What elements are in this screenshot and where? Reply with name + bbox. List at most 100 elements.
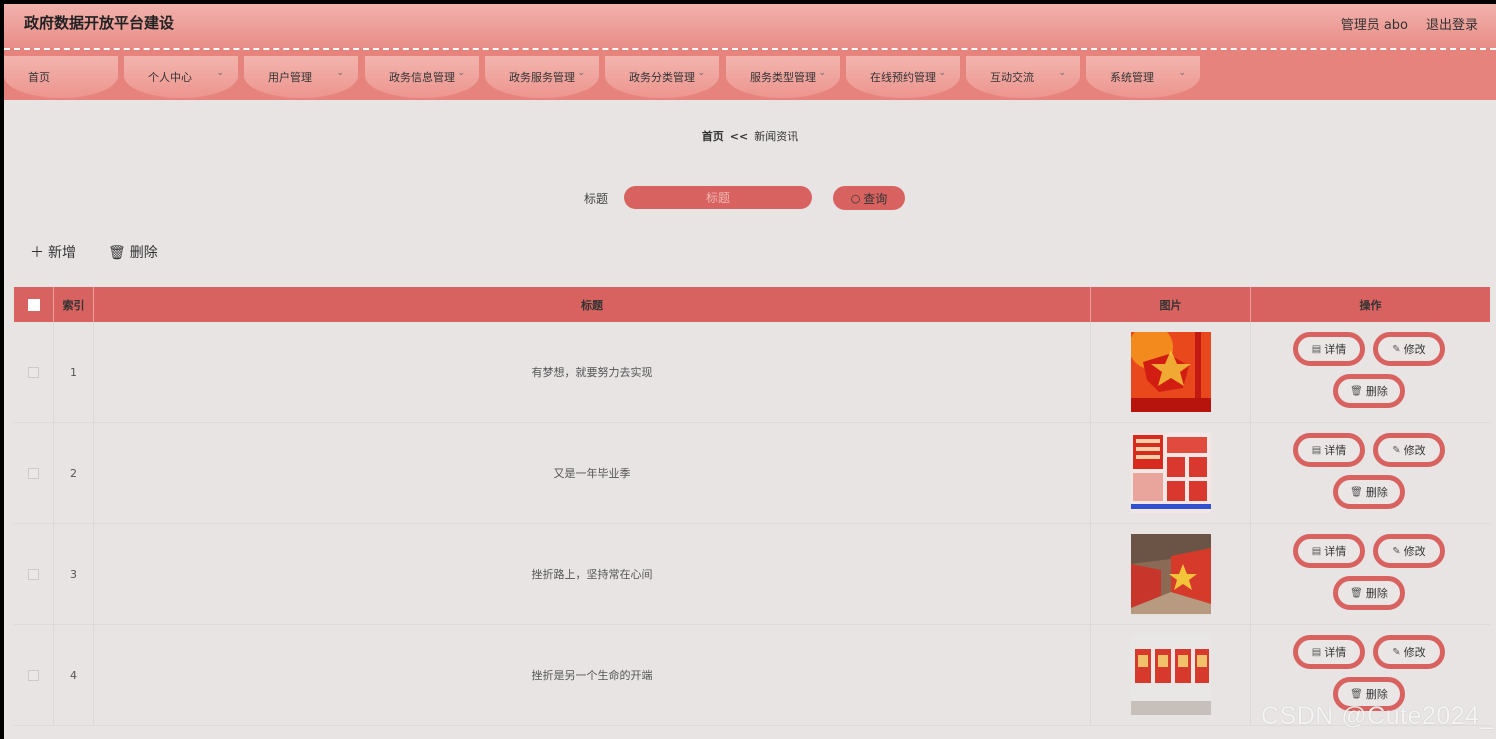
nav-item-label: 系统管理 bbox=[1110, 71, 1154, 84]
detail-button[interactable]: ▤ 详情 bbox=[1293, 433, 1365, 467]
nav-item-home[interactable]: 首页 bbox=[4, 56, 118, 98]
chevron-down-icon: ⌄ bbox=[818, 68, 826, 78]
news-thumbnail[interactable] bbox=[1130, 332, 1211, 412]
nav-item-gov-service[interactable]: 政务服务管理 ⌄ bbox=[485, 56, 599, 98]
logout-link[interactable]: 退出登录 bbox=[1426, 14, 1478, 33]
plus-icon: ＋ bbox=[30, 245, 44, 261]
chevron-down-icon: ⌄ bbox=[1178, 68, 1186, 78]
breadcrumb-separator: << bbox=[729, 130, 749, 143]
search-button-label: 查询 bbox=[863, 191, 888, 206]
delete-button[interactable]: 🗑 删除 bbox=[1333, 374, 1405, 408]
delete-label: 删除 bbox=[1365, 486, 1388, 499]
edit-button[interactable]: ✎ 修改 bbox=[1373, 635, 1445, 669]
delete-label: 删除 bbox=[1365, 587, 1388, 600]
edit-button[interactable]: ✎ 修改 bbox=[1373, 534, 1445, 568]
chevron-down-icon: ⌄ bbox=[336, 68, 344, 78]
trash-icon: 🗑 bbox=[1350, 688, 1363, 700]
document-icon: ▤ bbox=[1311, 343, 1322, 355]
row-checkbox[interactable] bbox=[28, 366, 39, 378]
nav-item-gov-info[interactable]: 政务信息管理 ⌄ bbox=[365, 56, 479, 98]
row-checkbox-cell bbox=[14, 423, 54, 523]
delete-label: 删除 bbox=[1365, 385, 1388, 398]
nav-item-service-type[interactable]: 服务类型管理 ⌄ bbox=[726, 56, 840, 98]
row-checkbox[interactable] bbox=[28, 669, 39, 681]
select-all-checkbox[interactable] bbox=[27, 298, 40, 311]
header-actions: 操作 bbox=[1359, 298, 1382, 312]
bulk-delete-button[interactable]: 🗑 删除 bbox=[108, 242, 158, 262]
detail-button[interactable]: ▤ 详情 bbox=[1293, 635, 1365, 669]
row-checkbox-cell bbox=[14, 524, 54, 624]
row-checkbox-cell bbox=[14, 322, 54, 422]
detail-button[interactable]: ▤ 详情 bbox=[1293, 332, 1365, 366]
search-input[interactable] bbox=[624, 186, 812, 209]
add-button-label: 新增 bbox=[48, 245, 76, 261]
nav-item-label: 个人中心 bbox=[148, 71, 192, 84]
row-index: 2 bbox=[54, 423, 94, 523]
row-actions: ▤ 详情 ✎ 修改 🗑 删除 bbox=[1251, 322, 1490, 422]
trash-icon: 🗑 bbox=[108, 245, 126, 261]
detail-label: 详情 bbox=[1324, 545, 1347, 558]
row-title: 又是一年毕业季 bbox=[94, 423, 1091, 523]
nav-item-user-management[interactable]: 用户管理 ⌄ bbox=[244, 56, 358, 98]
row-index: 3 bbox=[54, 524, 94, 624]
row-checkbox[interactable] bbox=[28, 467, 39, 479]
trash-icon: 🗑 bbox=[1350, 385, 1363, 397]
news-thumbnail[interactable] bbox=[1130, 433, 1211, 513]
document-icon: ▤ bbox=[1311, 444, 1322, 456]
detail-label: 详情 bbox=[1324, 444, 1347, 457]
add-button[interactable]: ＋新增 bbox=[30, 242, 76, 262]
row-checkbox-cell bbox=[14, 625, 54, 725]
nav-item-label: 政务服务管理 bbox=[509, 71, 575, 84]
header-title: 标题 bbox=[94, 287, 1091, 322]
header-index: 索引 bbox=[54, 287, 94, 322]
news-table: 索引 标题 图片 操作 1 有梦想，就要努力去实现 ▤ 详情 ✎ 修改 🗑 删除… bbox=[14, 287, 1490, 726]
chevron-down-icon: ⌄ bbox=[457, 68, 465, 78]
current-user: 管理员 abo bbox=[1340, 18, 1408, 33]
breadcrumb-home[interactable]: 首页 bbox=[702, 130, 724, 143]
nav-item-label: 互动交流 bbox=[990, 71, 1034, 84]
table-row: 1 有梦想，就要努力去实现 ▤ 详情 ✎ 修改 🗑 删除 bbox=[14, 322, 1490, 423]
edit-label: 修改 bbox=[1403, 444, 1426, 457]
nav-item-system[interactable]: 系统管理 ⌄ bbox=[1086, 56, 1200, 98]
detail-label: 详情 bbox=[1324, 646, 1347, 659]
nav-item-interaction[interactable]: 互动交流 ⌄ bbox=[966, 56, 1080, 98]
row-checkbox[interactable] bbox=[28, 568, 39, 580]
pencil-icon: ✎ bbox=[1392, 444, 1401, 456]
nav-item-label: 首页 bbox=[28, 71, 50, 84]
nav-item-label: 用户管理 bbox=[268, 71, 312, 84]
edit-button[interactable]: ✎ 修改 bbox=[1373, 332, 1445, 366]
nav-item-gov-category[interactable]: 政务分类管理 ⌄ bbox=[605, 56, 719, 98]
nav-item-label: 政务信息管理 bbox=[389, 71, 455, 84]
delete-button[interactable]: 🗑 删除 bbox=[1333, 576, 1405, 610]
nav-item-label: 服务类型管理 bbox=[750, 71, 816, 84]
header-checkbox-cell bbox=[14, 287, 54, 322]
table-row: 2 又是一年毕业季 ▤ 详情 ✎ 修改 🗑 删除 bbox=[14, 423, 1490, 524]
delete-button[interactable]: 🗑 删除 bbox=[1333, 475, 1405, 509]
row-title: 挫折路上，坚持常在心间 bbox=[94, 524, 1091, 624]
edit-label: 修改 bbox=[1403, 545, 1426, 558]
edit-button[interactable]: ✎ 修改 bbox=[1373, 433, 1445, 467]
pencil-icon: ✎ bbox=[1392, 343, 1401, 355]
news-thumbnail[interactable] bbox=[1130, 635, 1211, 715]
top-header: 政府数据开放平台建设 管理员 abo 退出登录 bbox=[4, 4, 1496, 48]
row-index: 4 bbox=[54, 625, 94, 725]
table-row: 3 挫折路上，坚持常在心间 ▤ 详情 ✎ 修改 🗑 删除 bbox=[14, 524, 1490, 625]
search-button[interactable]: ○ 查询 bbox=[833, 186, 905, 210]
news-thumbnail[interactable] bbox=[1130, 534, 1211, 614]
detail-button[interactable]: ▤ 详情 bbox=[1293, 534, 1365, 568]
chevron-down-icon: ⌄ bbox=[1058, 68, 1066, 78]
nav-item-online-booking[interactable]: 在线预约管理 ⌄ bbox=[846, 56, 960, 98]
nav-item-personal-center[interactable]: 个人中心 ⌄ bbox=[124, 56, 238, 98]
row-index: 1 bbox=[54, 322, 94, 422]
row-title: 挫折是另一个生命的开端 bbox=[94, 625, 1091, 725]
row-image-cell bbox=[1091, 625, 1251, 725]
trash-icon: 🗑 bbox=[1350, 486, 1363, 498]
search-label: 标题 bbox=[584, 192, 609, 206]
nav-item-label: 政务分类管理 bbox=[629, 71, 695, 84]
row-actions: ▤ 详情 ✎ 修改 🗑 删除 bbox=[1251, 423, 1490, 523]
search-icon: ○ bbox=[850, 191, 861, 205]
edit-label: 修改 bbox=[1403, 646, 1426, 659]
breadcrumb: 首页 << 新闻资讯 bbox=[4, 128, 1496, 144]
chevron-down-icon: ⌄ bbox=[697, 68, 705, 78]
pencil-icon: ✎ bbox=[1392, 646, 1401, 658]
